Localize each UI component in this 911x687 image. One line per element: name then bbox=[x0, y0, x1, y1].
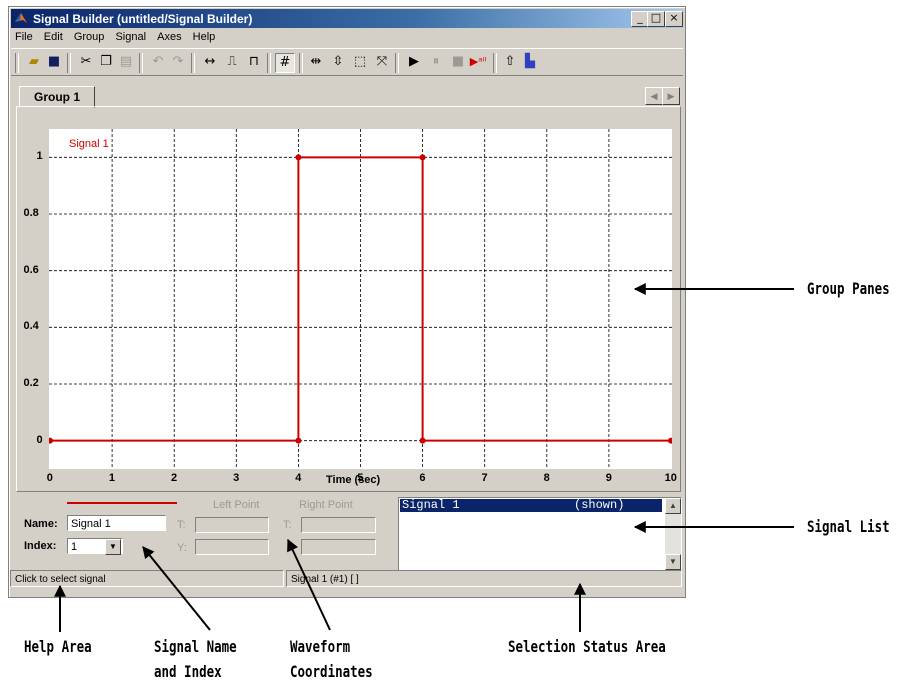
arrow-signal-name bbox=[142, 546, 211, 631]
callout-waveform-line2: Coordinates bbox=[290, 662, 373, 681]
callout-signal-name-line2: and Index bbox=[154, 662, 222, 681]
callout-selection-status: Selection Status Area bbox=[508, 637, 666, 656]
callout-signal-list: Signal List bbox=[807, 517, 890, 536]
callout-signal-name-line1: Signal Name bbox=[154, 637, 237, 656]
callout-waveform-line1: Waveform bbox=[290, 637, 351, 656]
callout-help-area: Help Area bbox=[24, 637, 92, 656]
arrow-waveform-coordinates bbox=[287, 538, 331, 631]
callout-group-panes: Group Panes bbox=[807, 279, 890, 298]
callout-arrows bbox=[54, 283, 794, 632]
